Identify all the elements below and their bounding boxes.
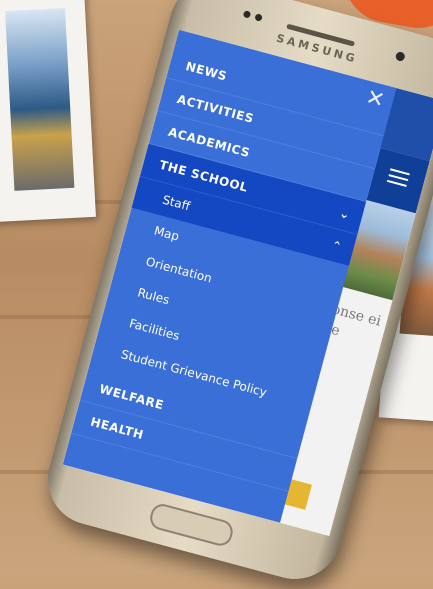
submenu-item-label: Rules (136, 285, 171, 308)
submenu-item-label: Map (152, 223, 181, 244)
sensor-dot (242, 10, 252, 19)
front-camera (394, 50, 406, 63)
chevron-down-icon: ⌄ (337, 205, 352, 223)
smartphone: SAMSUNG Lo conse ei labo e S Jun. 2 ✕ NE… (37, 0, 433, 589)
submenu-item-label: Staff (160, 192, 192, 214)
home-button[interactable] (147, 501, 236, 549)
phone-screen: Lo conse ei labo e S Jun. 2 ✕ NEWS ACTIV… (62, 29, 433, 536)
hamburger-icon (390, 168, 410, 176)
menu-item-label: HEALTH (89, 414, 146, 443)
chevron-up-icon: ⌃ (329, 237, 344, 255)
menu-item-label: NEWS (184, 59, 229, 84)
sensor-dot (254, 13, 263, 22)
submenu-item-label: Facilities (127, 316, 182, 344)
